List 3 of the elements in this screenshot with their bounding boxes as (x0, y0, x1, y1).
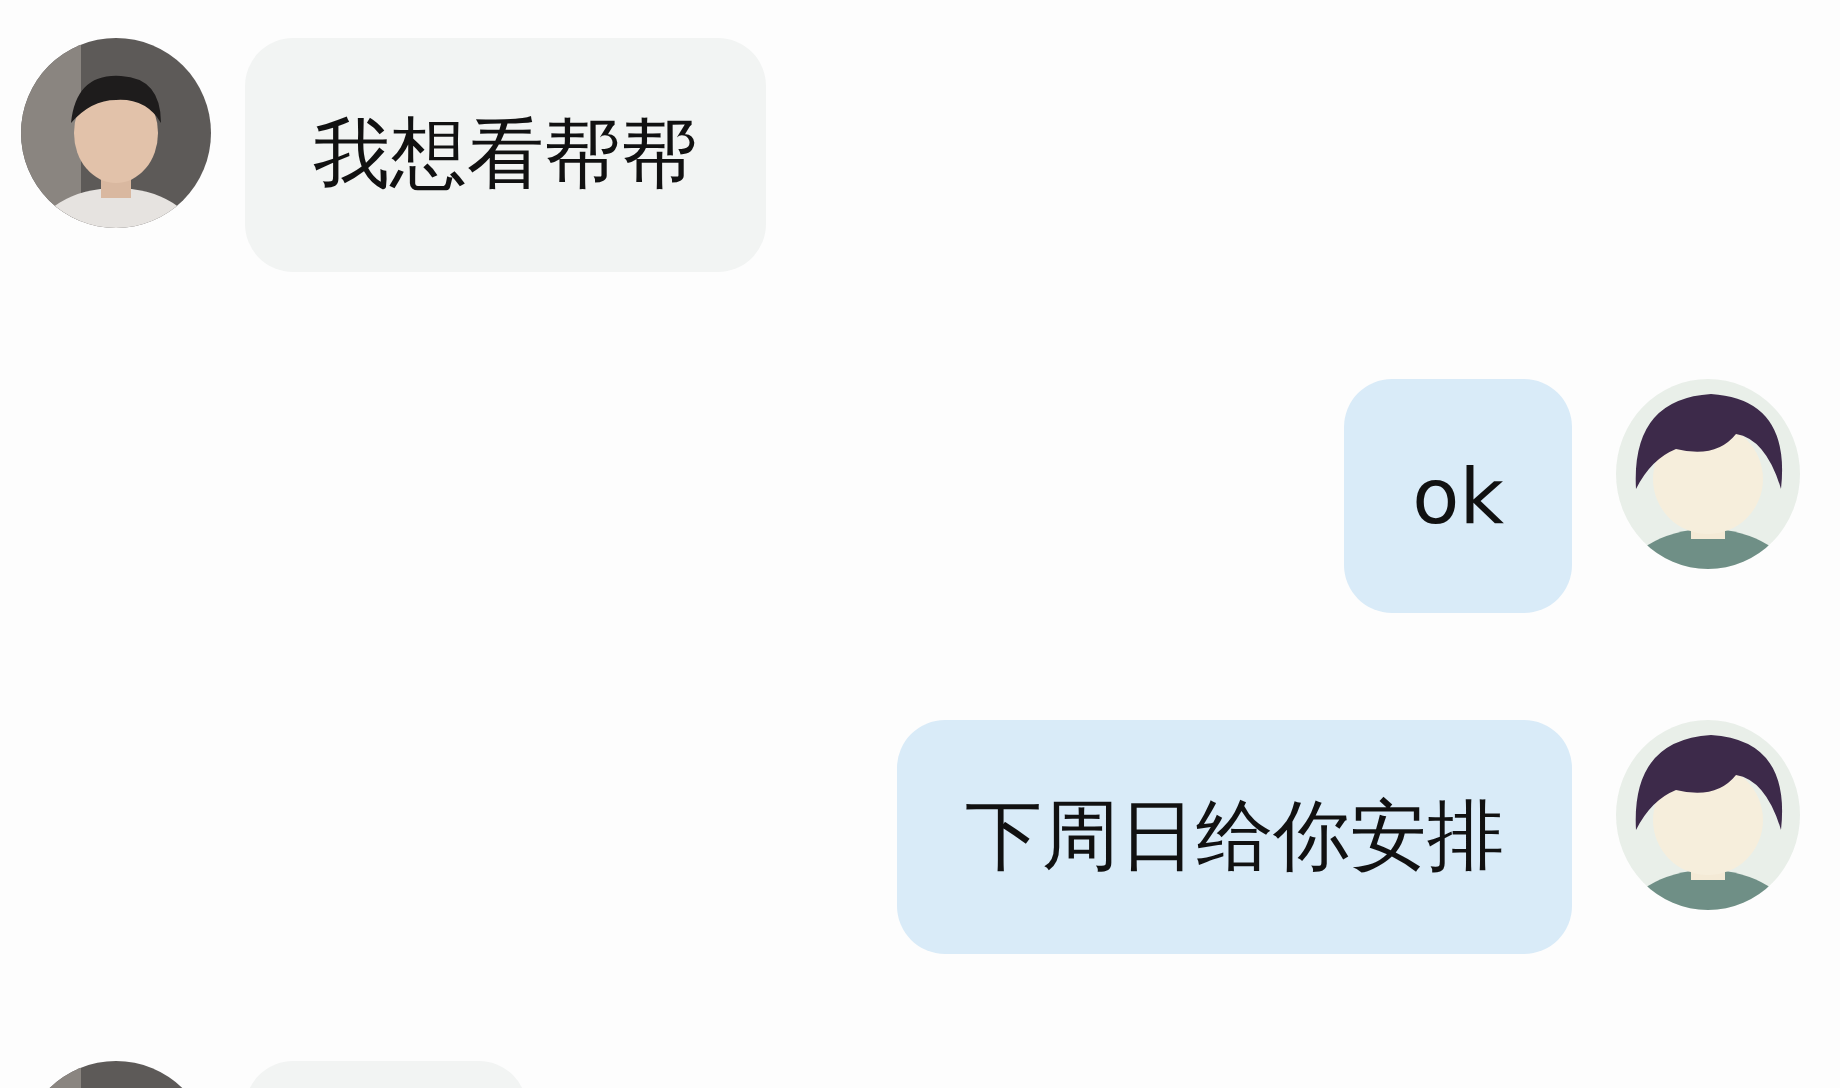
message-bubble: 我想看帮帮 (245, 38, 766, 272)
message-bubble: 下周日给你安排 (897, 720, 1572, 954)
message-bubble: ok (1344, 379, 1572, 613)
